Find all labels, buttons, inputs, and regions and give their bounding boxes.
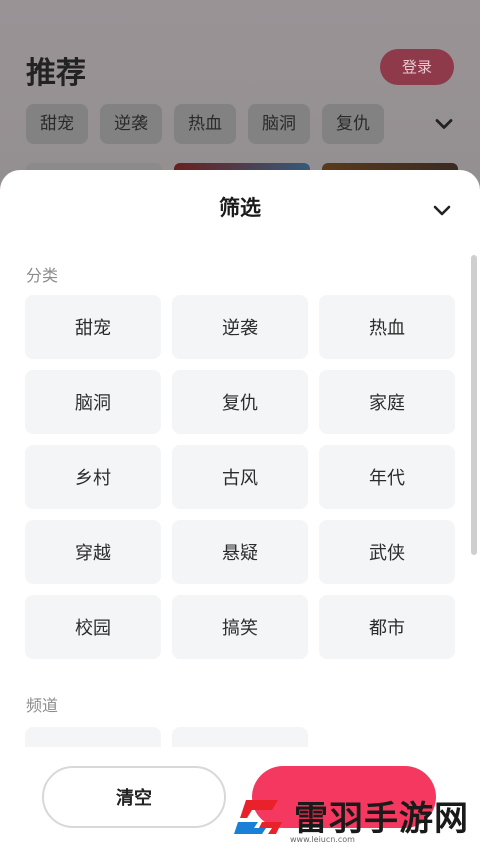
category-option[interactable]: 热血 bbox=[319, 295, 455, 359]
watermark-text: 雷羽手游网 bbox=[294, 799, 469, 839]
category-option[interactable]: 搞笑 bbox=[172, 595, 308, 659]
page-title: 推荐 bbox=[26, 56, 86, 91]
category-option[interactable]: 古风 bbox=[172, 445, 308, 509]
tag-bar: 甜宠 逆袭 热血 脑洞 复仇 bbox=[26, 104, 384, 144]
tag-item[interactable]: 热血 bbox=[174, 104, 236, 144]
category-option[interactable]: 甜宠 bbox=[25, 295, 161, 359]
category-option[interactable]: 校园 bbox=[25, 595, 161, 659]
channel-section-label: 频道 bbox=[26, 696, 59, 715]
category-option[interactable]: 脑洞 bbox=[25, 370, 161, 434]
watermark-url: www.leiucn.com bbox=[290, 835, 355, 844]
tag-item[interactable]: 甜宠 bbox=[26, 104, 88, 144]
tag-item[interactable]: 复仇 bbox=[322, 104, 384, 144]
scrollbar[interactable] bbox=[471, 255, 477, 555]
sheet-title: 筛选 bbox=[219, 196, 261, 220]
channel-grid bbox=[25, 727, 455, 747]
category-option[interactable]: 逆袭 bbox=[172, 295, 308, 359]
category-option[interactable]: 武侠 bbox=[319, 520, 455, 584]
chevron-down-icon[interactable] bbox=[430, 198, 454, 222]
category-grid: 甜宠 逆袭 热血 脑洞 复仇 家庭 乡村 古风 年代 穿越 悬疑 武侠 校园 搞… bbox=[25, 295, 455, 659]
category-option[interactable]: 复仇 bbox=[172, 370, 308, 434]
category-option[interactable]: 悬疑 bbox=[172, 520, 308, 584]
clear-button[interactable]: 清空 bbox=[42, 766, 226, 828]
watermark-logo-icon bbox=[234, 800, 282, 834]
channel-option[interactable] bbox=[25, 727, 161, 747]
channel-option[interactable] bbox=[172, 727, 308, 747]
category-section-label: 分类 bbox=[26, 266, 59, 285]
tag-item[interactable]: 逆袭 bbox=[100, 104, 162, 144]
category-option[interactable]: 穿越 bbox=[25, 520, 161, 584]
tag-item[interactable]: 脑洞 bbox=[248, 104, 310, 144]
filter-sheet: 筛选 分类 甜宠 逆袭 热血 脑洞 复仇 家庭 乡村 古风 年代 穿越 悬疑 武… bbox=[0, 170, 480, 852]
category-option[interactable]: 乡村 bbox=[25, 445, 161, 509]
category-option[interactable]: 都市 bbox=[319, 595, 455, 659]
category-option[interactable]: 年代 bbox=[319, 445, 455, 509]
login-button[interactable]: 登录 bbox=[380, 49, 454, 85]
category-option[interactable]: 家庭 bbox=[319, 370, 455, 434]
chevron-down-icon[interactable] bbox=[430, 110, 458, 138]
